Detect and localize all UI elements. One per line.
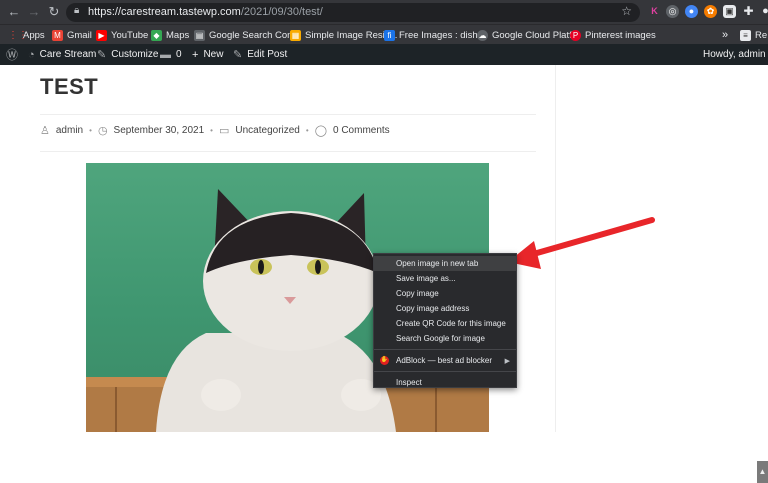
bookmark-maps[interactable]: ◆ Maps bbox=[151, 28, 189, 42]
wordpress-logo-button[interactable]: Ⓦ bbox=[6, 47, 18, 62]
comments-count: 0 bbox=[176, 49, 182, 60]
comment-bubble-icon: ▬ bbox=[160, 48, 171, 61]
wp-admin-bar: Ⓦ ◔ Care Stream ✎ Customize ▬ 0 + New ✎ Edit … bbox=[0, 44, 768, 65]
howdy-label: Howdy, admin bbox=[703, 49, 766, 60]
bookmark-label: Pinterest images bbox=[585, 29, 656, 41]
gmail-icon: M bbox=[52, 29, 63, 41]
url-text[interactable]: https://carestream.tastewp.com/2021/09/3… bbox=[88, 6, 323, 18]
lock-icon: 🔒︎ bbox=[74, 5, 80, 16]
reading-list-button[interactable]: ≡ Re bbox=[740, 28, 767, 42]
comments-link[interactable]: ▬ 0 bbox=[160, 47, 182, 62]
bookmark-label: Gmail bbox=[67, 29, 92, 41]
menu-separator bbox=[374, 371, 516, 372]
bookmark-star-icon[interactable]: ☆ bbox=[621, 4, 632, 18]
bookmarks-bar: ⋮⋮ Apps M Gmail ▶ YouTube ◆ Maps ▤ Google Sea… bbox=[0, 24, 768, 44]
edit-post-label: Edit Post bbox=[247, 49, 288, 60]
forward-arrow-icon[interactable]: → bbox=[26, 4, 42, 20]
bookmark-apps[interactable]: ⋮⋮ Apps bbox=[8, 28, 45, 42]
image-resizer-icon: ▦ bbox=[290, 29, 301, 41]
menu-item-copy-image-address[interactable]: Copy image address bbox=[374, 301, 516, 316]
freeimages-icon: fi bbox=[384, 29, 395, 41]
menu-item-label: Copy image bbox=[396, 289, 439, 298]
extension-k-icon[interactable]: K bbox=[648, 5, 661, 18]
customize-link[interactable]: ✎ Customize bbox=[97, 47, 158, 62]
bookmark-gmail[interactable]: M Gmail bbox=[52, 28, 92, 42]
youtube-icon: ▶ bbox=[96, 29, 107, 41]
puzzle-extensions-icon[interactable]: ✚ bbox=[742, 5, 755, 18]
bookmark-label: Apps bbox=[23, 29, 45, 41]
site-name-link[interactable]: ◔ Care Stream bbox=[28, 47, 96, 62]
address-bar[interactable]: 🔒︎ https://carestream.tastewp.com/2021/0… bbox=[66, 3, 640, 22]
menu-item-create-qr-code[interactable]: Create QR Code for this image bbox=[374, 316, 516, 331]
reading-list-label: Re bbox=[755, 29, 768, 41]
customize-label: Customize bbox=[111, 49, 159, 60]
bookmark-label: Google Search Con... bbox=[209, 29, 301, 41]
site-name-label: Care Stream bbox=[39, 49, 97, 60]
brush-icon: ✎ bbox=[97, 49, 107, 61]
reload-icon[interactable]: ↻ bbox=[46, 4, 62, 20]
menu-item-save-image-as[interactable]: Save image as... bbox=[374, 271, 516, 286]
menu-item-search-google-image[interactable]: Search Google for image bbox=[374, 331, 516, 346]
pencil-icon: ✎ bbox=[233, 49, 243, 61]
plus-icon: + bbox=[192, 48, 199, 61]
browser-toolbar: ← → ↻ 🔒︎ https://carestream.tastewp.com/… bbox=[0, 0, 768, 24]
chrome-extension-icon[interactable]: ● bbox=[685, 5, 698, 18]
menu-item-label: Search Google for image bbox=[396, 334, 485, 343]
extension-circle-icon[interactable]: ◎ bbox=[666, 5, 679, 18]
menu-item-label: Create QR Code for this image bbox=[396, 319, 506, 328]
bookmark-free-images[interactable]: fi Free Images : dish,... bbox=[384, 28, 488, 42]
edit-post-link[interactable]: ✎ Edit Post bbox=[233, 47, 287, 62]
my-account-link[interactable]: Howdy, admin bbox=[703, 47, 768, 62]
back-arrow-icon[interactable]: ← bbox=[6, 4, 22, 20]
search-console-icon: ▤ bbox=[194, 29, 205, 41]
menu-item-label: Open image in new tab bbox=[396, 259, 479, 268]
context-menu: Open image in new tab Save image as... C… bbox=[373, 253, 517, 388]
submenu-arrow-icon: ▶ bbox=[504, 357, 510, 365]
menu-item-label: Copy image address bbox=[396, 304, 470, 313]
dashboard-gauge-icon: ◔ bbox=[28, 48, 35, 61]
bookmark-label: Maps bbox=[166, 29, 190, 41]
adblock-hand-icon: ✋ bbox=[380, 356, 389, 365]
menu-item-label: Save image as... bbox=[396, 274, 456, 283]
new-content-link[interactable]: + New bbox=[192, 47, 223, 62]
bookmark-label: Free Images : dish,... bbox=[399, 29, 489, 41]
bookmark-search-console[interactable]: ▤ Google Search Con... bbox=[194, 28, 300, 42]
bookmark-pinterest[interactable]: P Pinterest images bbox=[570, 28, 656, 42]
apps-grid-icon: ⋮⋮ bbox=[8, 29, 28, 41]
bookmark-youtube[interactable]: ▶ YouTube bbox=[96, 28, 148, 42]
extension-page-icon[interactable]: ▣ bbox=[723, 5, 736, 18]
bookmark-label: Google Cloud Platf... bbox=[492, 29, 580, 41]
bookmark-label: YouTube bbox=[111, 29, 149, 41]
menu-item-label: AdBlock — best ad blocker bbox=[396, 356, 493, 365]
menu-item-open-image-new-tab[interactable]: Open image in new tab bbox=[374, 256, 516, 271]
profile-icon[interactable]: ● bbox=[759, 5, 768, 18]
menu-item-adblock[interactable]: ✋ AdBlock — best ad blocker ▶ bbox=[374, 353, 516, 368]
scroll-to-top-button[interactable]: ▲ bbox=[757, 461, 768, 483]
bookmark-cloud-platform[interactable]: ☁ Google Cloud Platf... bbox=[477, 28, 580, 42]
menu-item-inspect[interactable]: Inspect bbox=[374, 375, 516, 390]
new-label: New bbox=[203, 49, 224, 60]
reading-list-icon: ≡ bbox=[740, 29, 751, 41]
pinterest-icon: P bbox=[570, 29, 581, 41]
menu-separator bbox=[374, 349, 516, 350]
cloud-icon: ☁ bbox=[477, 29, 488, 41]
wordpress-logo-icon: Ⓦ bbox=[6, 48, 19, 62]
maps-icon: ◆ bbox=[151, 29, 162, 41]
extension-orange-icon[interactable]: ✿ bbox=[704, 5, 717, 18]
menu-item-copy-image[interactable]: Copy image bbox=[374, 286, 516, 301]
more-bookmarks-button[interactable]: » bbox=[722, 28, 728, 42]
menu-item-label: Inspect bbox=[396, 378, 422, 387]
bookmark-image-resizer[interactable]: ▦ Simple Image Resiz... bbox=[290, 28, 397, 42]
